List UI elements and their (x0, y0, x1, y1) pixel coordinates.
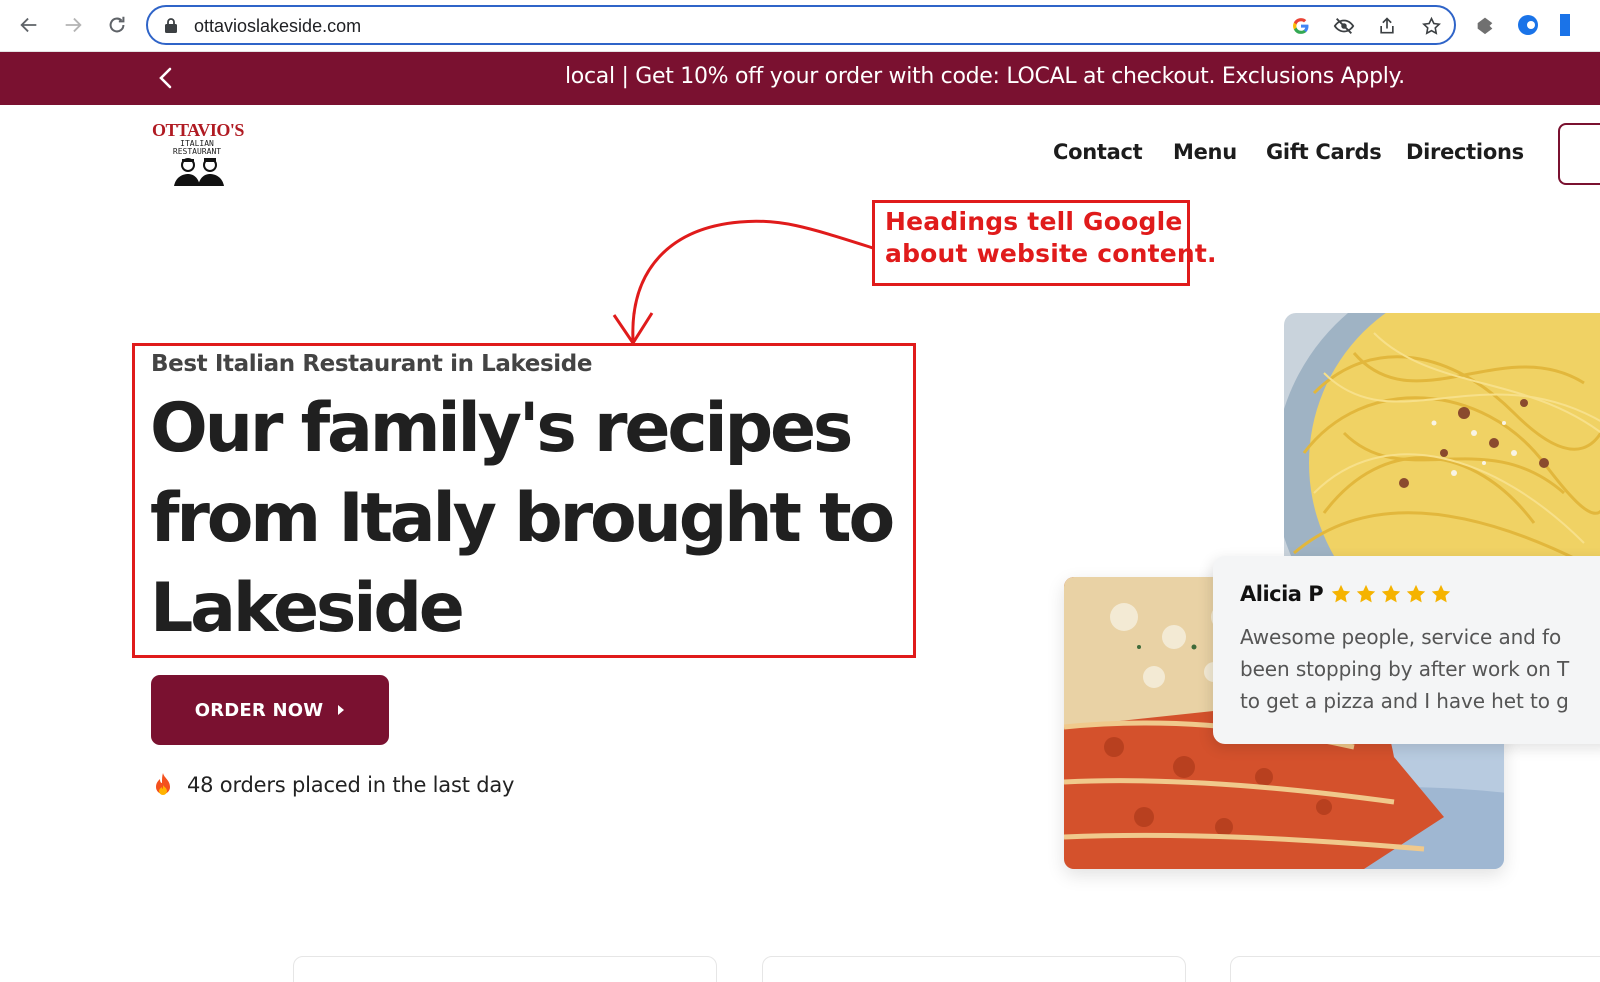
back-button[interactable] (14, 10, 44, 40)
share-icon[interactable] (1376, 15, 1398, 37)
url-text: ottavioslakeside.com (194, 16, 362, 36)
nav-directions[interactable]: Directions (1406, 140, 1524, 164)
star-filled-icon (1331, 584, 1351, 603)
star-filled-icon (1356, 584, 1376, 603)
google-icon[interactable] (1290, 15, 1312, 37)
reload-button[interactable] (102, 10, 132, 40)
feature-card (1230, 956, 1600, 982)
sidebar-edge-icon (1560, 14, 1570, 36)
lock-icon (165, 18, 177, 33)
logo-subtitle-2: RESTAURANT (172, 147, 222, 156)
orders-indicator: 48 orders placed in the last day (151, 772, 514, 798)
forward-button[interactable] (58, 10, 88, 40)
star-filled-icon (1431, 584, 1451, 603)
nav-cta-button[interactable] (1558, 123, 1600, 185)
caret-right-icon (338, 705, 345, 715)
hero-eyebrow: Best Italian Restaurant in Lakeside (151, 351, 593, 377)
hero-heading-line: from Italy brought to (150, 479, 895, 558)
annotation-arrow-icon (612, 219, 874, 346)
nav-menu[interactable]: Menu (1173, 140, 1237, 164)
annotation-callout: Headings tell Google about website conte… (872, 200, 1217, 286)
reload-icon (109, 16, 125, 33)
nav-contact[interactable]: Contact (1053, 140, 1143, 164)
annotation-line-1: Headings tell Google (885, 207, 1183, 236)
star-icon[interactable] (1420, 15, 1442, 37)
profile-icon[interactable] (1516, 13, 1540, 37)
address-bar[interactable]: ottavioslakeside.com (146, 5, 1456, 45)
review-text-line: to get a pizza and I have het to g (1240, 689, 1569, 713)
annotation-line-2: about website content. (885, 239, 1217, 268)
nav-gift-cards[interactable]: Gift Cards (1266, 140, 1382, 164)
logo-brand: OTTAVIO'S (152, 120, 244, 140)
review-text-line: been stopping by after work on T (1240, 657, 1570, 681)
star-filled-icon (1406, 584, 1426, 603)
chevron-left-icon[interactable] (152, 64, 180, 92)
reviewer-name: Alicia P (1240, 582, 1324, 606)
back-icon (20, 17, 37, 33)
star-filled-icon (1381, 584, 1401, 603)
feature-card (293, 956, 717, 982)
order-now-label: ORDER NOW (194, 699, 324, 721)
order-now-button[interactable]: ORDER NOW (151, 675, 389, 745)
pasta-image (1284, 313, 1600, 563)
hero-heading-line: Our family's recipes (150, 389, 853, 468)
hero-heading-line: Lakeside (150, 569, 465, 648)
fire-icon (156, 773, 170, 795)
site-logo[interactable]: OTTAVIO'S ITALIAN RESTAURANT (150, 120, 245, 188)
orders-text: 48 orders placed in the last day (187, 773, 515, 797)
extension-icon[interactable] (1473, 13, 1497, 37)
promo-banner: local | Get 10% off your order with code… (0, 52, 1600, 105)
rating-stars (1330, 583, 1452, 605)
feature-card (762, 956, 1186, 982)
promo-text: local | Get 10% off your order with code… (565, 64, 1405, 89)
browser-toolbar: ottavioslakeside.com (0, 0, 1600, 52)
review-text-line: Awesome people, service and fo (1240, 625, 1562, 649)
eye-off-icon[interactable] (1333, 15, 1355, 37)
forward-icon (65, 17, 82, 33)
review-card: Alicia P Awesome people, service and fo … (1213, 556, 1600, 744)
logo-faces-icon (174, 158, 224, 186)
logo-subtitle: ITALIAN RESTAURANT (156, 140, 238, 156)
